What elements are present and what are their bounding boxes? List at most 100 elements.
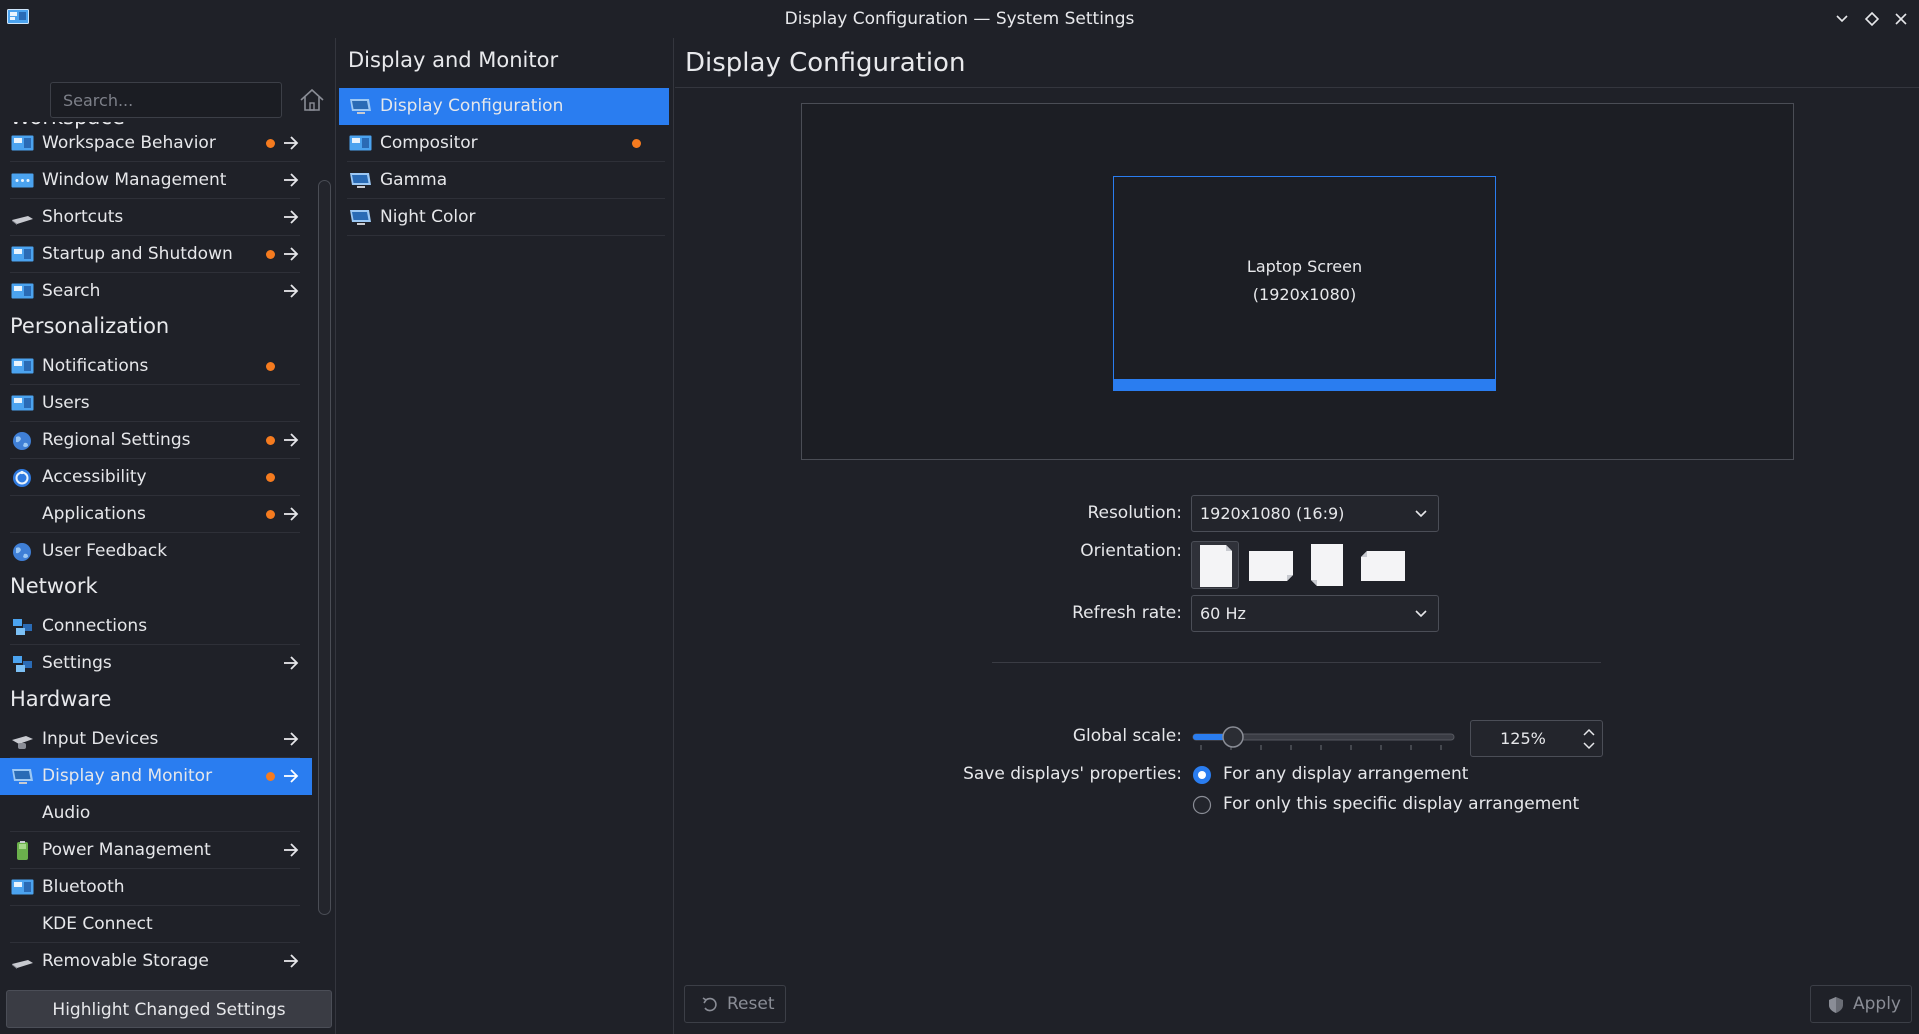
maximize-icon[interactable] [1861, 8, 1883, 30]
arrow-right-icon [284, 843, 299, 857]
sidebar-item-accessibility[interactable]: Accessibility [0, 459, 312, 496]
sidebar-item-label: Startup and Shutdown [42, 244, 233, 264]
changed-indicator [632, 139, 641, 148]
arrow-right-icon [284, 210, 299, 224]
sidebar-item-kde-connect[interactable]: KDE Connect [0, 906, 312, 943]
sidebar-item-workspace-behavior[interactable]: Workspace Behavior [0, 125, 312, 162]
sidebar-list: Workspace Workspace Behavior Window Mana… [0, 122, 312, 1022]
radio-any-arrangement[interactable] [1192, 765, 1212, 785]
sidebar-item-window-management[interactable]: Window Management [0, 162, 312, 199]
globe-icon [13, 432, 31, 450]
screen-name: Laptop Screen [1246, 257, 1363, 276]
sidebar-item-bluetooth[interactable]: Bluetooth [0, 869, 312, 906]
accessibility-icon [13, 469, 31, 487]
chevron-down-icon [1415, 510, 1427, 518]
arrow-right-icon [284, 769, 299, 783]
section-heading-network: Network [10, 574, 98, 598]
startup-icon [11, 246, 34, 262]
global-scale-label: Global scale: [1072, 726, 1182, 746]
arrow-right-icon [284, 284, 299, 298]
refresh-rate-label: Refresh rate: [1072, 603, 1182, 623]
orientation-portrait-button[interactable] [1191, 541, 1239, 589]
category-item-compositor[interactable]: Compositor [339, 125, 669, 162]
sidebar-item-input-devices[interactable]: Input Devices [0, 721, 312, 758]
sidebar-item-applications[interactable]: Applications [0, 496, 312, 533]
form-divider [992, 662, 1601, 663]
orientation-portrait-flipped-button[interactable] [1303, 541, 1351, 589]
sidebar-item-audio[interactable]: Audio [0, 795, 312, 832]
sidebar-item-shortcuts[interactable]: Shortcuts [0, 199, 312, 236]
section-heading-hardware: Hardware [10, 687, 112, 711]
arrow-right-icon [284, 433, 299, 447]
radio-specific-arrangement-label[interactable]: For only this specific display arrangeme… [1223, 794, 1579, 814]
arrow-right-icon [284, 954, 299, 968]
sidebar-item-label: Power Management [42, 840, 211, 860]
resolution-value: 1920x1080 (16:9) [1200, 504, 1345, 523]
display-arrangement-area[interactable]: Laptop Screen (1920x1080) [801, 103, 1794, 460]
minimize-icon[interactable] [1831, 8, 1853, 30]
sidebar-item-user-feedback[interactable]: User Feedback [0, 533, 312, 570]
input-devices-icon [12, 736, 33, 749]
sidebar-item-users[interactable]: Users [0, 385, 312, 422]
sidebar-item-search[interactable]: Search [0, 273, 312, 310]
screen-primary-bar [1114, 379, 1495, 390]
global-scale-slider[interactable] [1191, 719, 1456, 755]
category-title: Display and Monitor [348, 48, 559, 72]
sidebar-item-label: Settings [42, 653, 112, 673]
section-heading-personalization: Personalization [10, 314, 170, 338]
sidebar-item-label: User Feedback [42, 541, 168, 561]
title-bar: Display Configuration — System Settings [0, 0, 1919, 38]
users-icon [11, 395, 34, 411]
category-item-gamma[interactable]: Gamma [339, 162, 669, 199]
sidebar-item-power-management[interactable]: Power Management [0, 832, 312, 869]
resolution-label: Resolution: [1087, 503, 1182, 523]
window-management-icon [11, 173, 34, 188]
notifications-icon [11, 358, 34, 374]
arrow-right-icon [284, 247, 299, 261]
sidebar-item-settings[interactable]: Settings [0, 645, 312, 682]
page-landscape-icon [1249, 551, 1293, 581]
sidebar-item-display-and-monitor[interactable]: Display and Monitor [0, 758, 312, 795]
global-scale-value: 125% [1500, 729, 1546, 748]
slider-handle [1222, 726, 1244, 748]
reset-button[interactable]: Reset [684, 985, 786, 1023]
close-icon[interactable] [1890, 8, 1912, 30]
sidebar-item-regional-settings[interactable]: Regional Settings [0, 422, 312, 459]
search-input[interactable] [50, 82, 282, 118]
page-title: Display Configuration [685, 48, 966, 78]
sidebar-item-label: Shortcuts [42, 207, 124, 227]
network-settings-icon [13, 656, 32, 672]
undo-icon [702, 997, 717, 1012]
spin-arrows-icon[interactable] [1582, 725, 1596, 753]
orientation-landscape-left-button[interactable] [1247, 541, 1295, 589]
sidebar: Workspace Workspace Behavior Window Mana… [0, 38, 336, 1034]
global-scale-spinbox[interactable]: 125% [1470, 720, 1603, 757]
feedback-globe-icon [13, 543, 31, 561]
highlight-changed-settings-button[interactable]: Highlight Changed Settings [6, 990, 332, 1028]
category-item-night-color[interactable]: Night Color [339, 199, 669, 236]
home-icon[interactable] [298, 86, 326, 114]
radio-any-arrangement-label[interactable]: For any display arrangement [1223, 764, 1468, 784]
orientation-landscape-right-button[interactable] [1359, 541, 1407, 589]
sidebar-item-connections[interactable]: Connections [0, 608, 312, 645]
apply-button[interactable]: Apply [1810, 985, 1912, 1023]
radio-specific-arrangement[interactable] [1192, 795, 1212, 815]
sidebar-item-startup-and-shutdown[interactable]: Startup and Shutdown [0, 236, 312, 273]
laptop-screen-output[interactable]: Laptop Screen (1920x1080) [1113, 176, 1496, 391]
sidebar-item-label: Applications [42, 504, 146, 524]
refresh-rate-dropdown[interactable]: 60 Hz [1191, 595, 1439, 632]
battery-icon [17, 841, 28, 860]
monitor-icon [12, 769, 33, 784]
apply-label: Apply [1853, 994, 1901, 1014]
gamma-monitor-icon [350, 173, 371, 188]
bluetooth-icon [11, 879, 34, 895]
category-item-label: Gamma [380, 170, 448, 190]
sidebar-item-notifications[interactable]: Notifications [0, 348, 312, 385]
category-item-display-configuration[interactable]: Display Configuration [339, 88, 669, 125]
chevron-down-icon [1415, 610, 1427, 618]
sidebar-scrollbar[interactable] [318, 180, 331, 915]
sidebar-item-removable-storage[interactable]: Removable Storage [0, 943, 312, 980]
category-item-label: Compositor [380, 133, 478, 153]
resolution-dropdown[interactable]: 1920x1080 (16:9) [1191, 495, 1439, 532]
category-item-label: Night Color [380, 207, 476, 227]
